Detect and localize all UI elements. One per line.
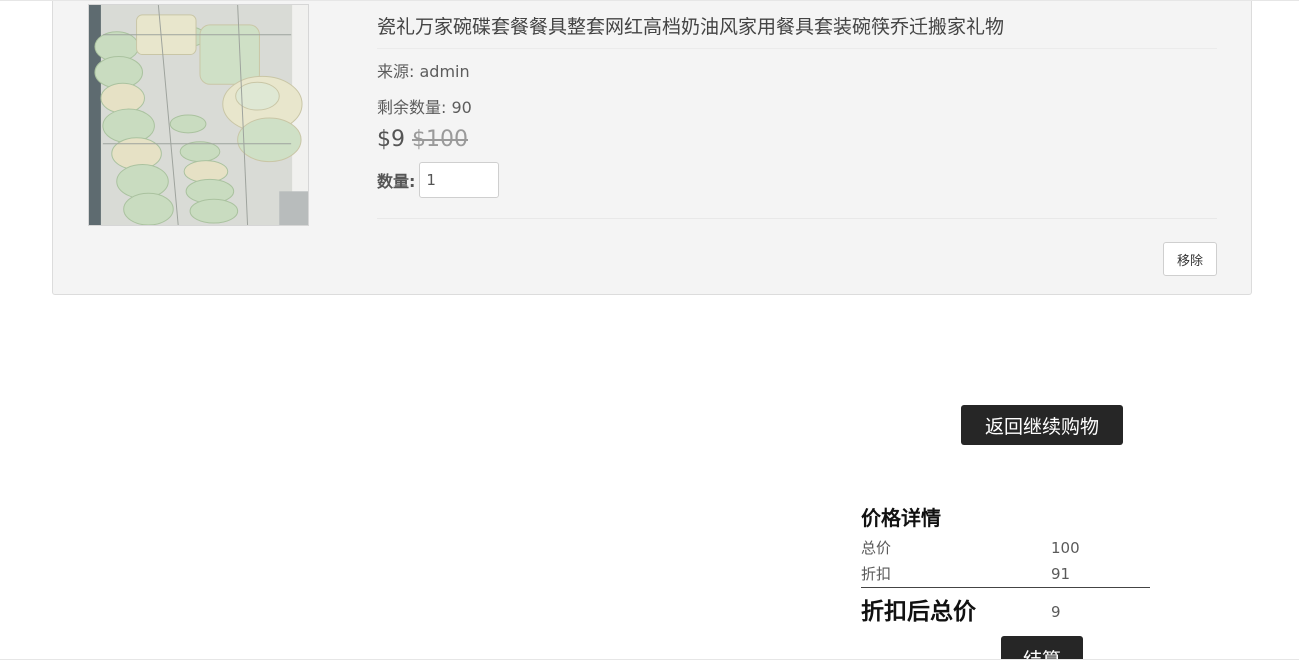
original-price: $100 bbox=[412, 127, 468, 152]
tableware-photo bbox=[89, 5, 308, 225]
final-total-value: 9 bbox=[1051, 603, 1061, 621]
discount-label: 折扣 bbox=[861, 565, 892, 583]
total-row: 总价 100 bbox=[861, 535, 1150, 561]
remove-button[interactable]: 移除 bbox=[1163, 242, 1217, 276]
quantity-row: 数量: bbox=[377, 162, 1217, 198]
checkout-button[interactable]: 结算 bbox=[1001, 636, 1083, 659]
discount-row: 折扣 91 bbox=[861, 561, 1150, 588]
cart-page: 瓷礼万家碗碟套餐餐具整套网红高档奶油风家用餐具套装碗筷乔迁搬家礼物 来源: ad… bbox=[0, 0, 1299, 660]
quantity-input[interactable] bbox=[419, 162, 500, 198]
quantity-label: 数量: bbox=[377, 172, 416, 191]
price-row: $9 $100 bbox=[377, 126, 1217, 154]
price-summary: 价格详情 总价 100 折扣 91 折扣后总价 9 bbox=[861, 501, 1150, 632]
final-total-label: 折扣后总价 bbox=[861, 599, 976, 625]
discount-value: 91 bbox=[1051, 565, 1071, 583]
product-info: 瓷礼万家碗碟套餐餐具整套网红高档奶油风家用餐具套装碗筷乔迁搬家礼物 来源: ad… bbox=[377, 10, 1217, 219]
total-label: 总价 bbox=[861, 539, 892, 557]
summary-title: 价格详情 bbox=[861, 506, 941, 530]
cart-item-card: 瓷礼万家碗碟套餐餐具整套网红高档奶油风家用餐具套装碗筷乔迁搬家礼物 来源: ad… bbox=[52, 1, 1252, 295]
product-title[interactable]: 瓷礼万家碗碟套餐餐具整套网红高档奶油风家用餐具套装碗筷乔迁搬家礼物 bbox=[377, 10, 1217, 49]
product-stock: 剩余数量: 90 bbox=[377, 98, 472, 117]
final-total-row: 折扣后总价 9 bbox=[861, 592, 1150, 632]
product-image[interactable] bbox=[88, 4, 309, 226]
total-value: 100 bbox=[1051, 539, 1080, 557]
product-source: 来源: admin bbox=[377, 62, 470, 81]
continue-shopping-button[interactable]: 返回继续购物 bbox=[961, 405, 1123, 445]
current-price: $9 bbox=[377, 127, 405, 152]
info-divider bbox=[377, 218, 1217, 219]
